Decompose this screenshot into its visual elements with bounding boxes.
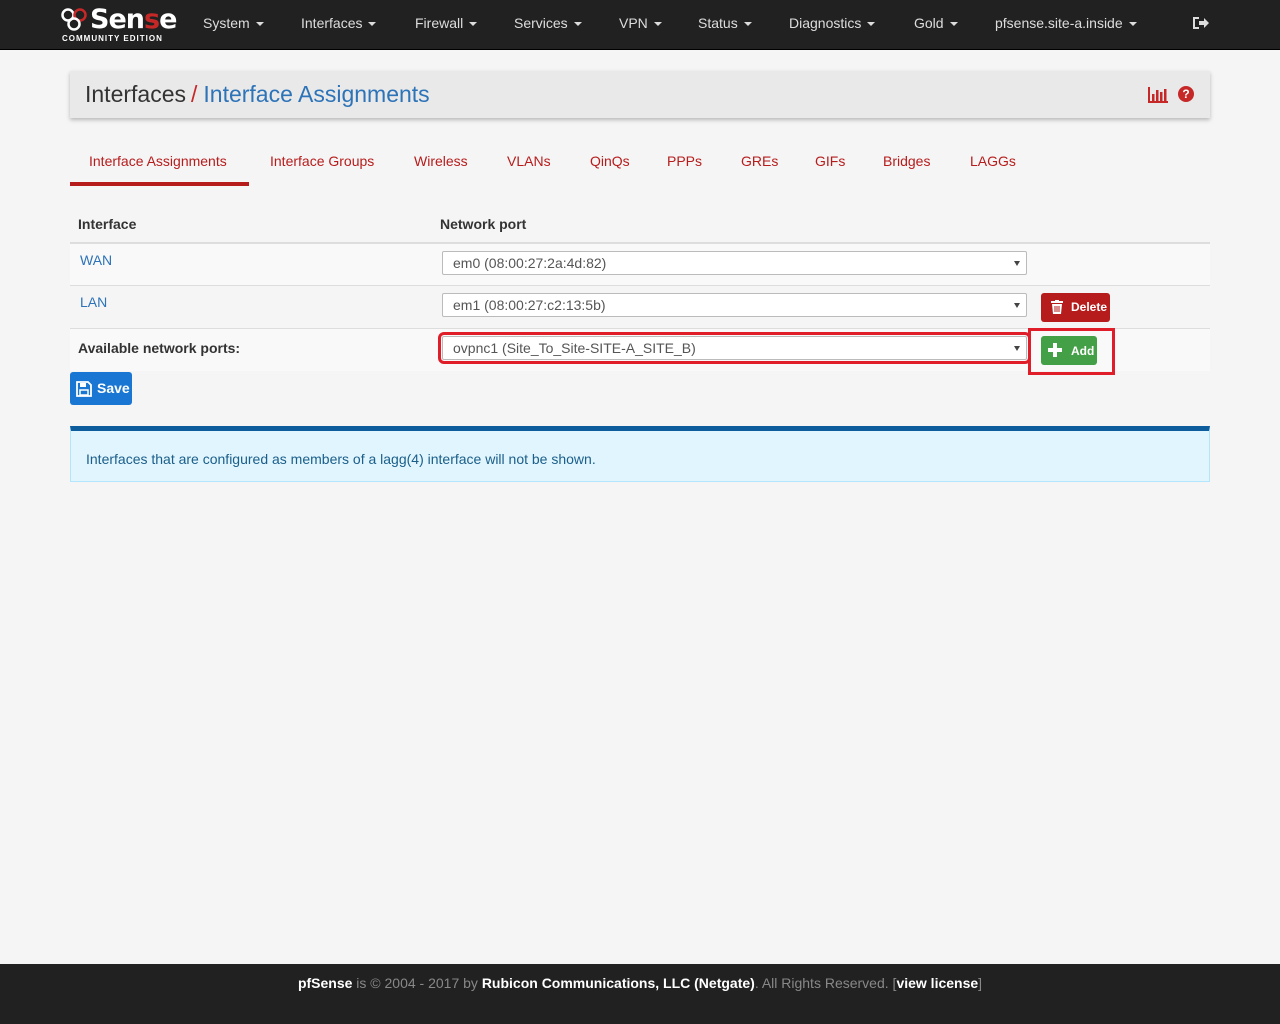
logo-wordmark: Sense xyxy=(90,4,177,35)
dropdown-arrow-icon xyxy=(1014,303,1020,308)
trash-icon xyxy=(1051,300,1063,314)
tab-gres[interactable]: GREs xyxy=(741,153,778,169)
tab-interface-assignments[interactable]: Interface Assignments xyxy=(89,153,227,169)
delete-button[interactable]: Delete xyxy=(1041,293,1110,322)
save-button[interactable]: Save xyxy=(70,372,132,405)
logo-edition: COMMUNITY EDITION xyxy=(62,34,163,43)
caret-down-icon xyxy=(368,22,377,27)
nav-services[interactable]: Services xyxy=(514,0,582,50)
caret-down-icon xyxy=(573,22,582,27)
caret-down-icon xyxy=(867,22,876,27)
sign-out-icon[interactable] xyxy=(1192,15,1210,31)
nav-firewall[interactable]: Firewall xyxy=(415,0,478,50)
network-port-select-lan[interactable]: em1 (08:00:27:c2:13:5b) xyxy=(442,293,1027,317)
tab-ppps[interactable]: PPPs xyxy=(667,153,702,169)
floppy-disk-icon xyxy=(76,381,92,397)
info-alert: Interfaces that are configured as member… xyxy=(70,426,1210,482)
tab-bridges[interactable]: Bridges xyxy=(883,153,930,169)
tab-wireless[interactable]: Wireless xyxy=(414,153,468,169)
breadcrumb-parent: Interfaces xyxy=(85,81,186,107)
bar-chart-icon[interactable] xyxy=(1148,87,1168,103)
plus-icon xyxy=(1048,343,1062,357)
breadcrumb-current[interactable]: Interface Assignments xyxy=(203,81,429,107)
footer-company: Rubicon Communications, LLC (Netgate) xyxy=(481,975,755,991)
breadcrumb-panel: Interfaces / Interface Assignments ? xyxy=(70,71,1210,118)
table-row: WAN em0 (08:00:27:2a:4d:82) xyxy=(70,244,1210,286)
network-port-select-wan[interactable]: em0 (08:00:27:2a:4d:82) xyxy=(442,251,1027,275)
logo-circles-icon xyxy=(61,8,87,31)
footer: pfSense is © 2004 - 2017 by Rubicon Comm… xyxy=(0,964,1280,1024)
table-row: LAN em1 (08:00:27:c2:13:5b) Delete xyxy=(70,286,1210,329)
tab-laggs[interactable]: LAGGs xyxy=(970,153,1016,169)
interface-link-lan[interactable]: LAN xyxy=(80,294,107,310)
tab-qinqs[interactable]: QinQs xyxy=(590,153,630,169)
tab-vlans[interactable]: VLANs xyxy=(507,153,551,169)
column-header-network-port: Network port xyxy=(440,216,527,232)
available-ports-row: Available network ports: ovpnc1 (Site_To… xyxy=(70,328,1210,375)
dropdown-arrow-icon xyxy=(1014,346,1020,351)
nav-vpn[interactable]: VPN xyxy=(619,0,662,50)
caret-down-icon xyxy=(743,22,752,27)
footer-text: pfSense is © 2004 - 2017 by Rubicon Comm… xyxy=(297,975,983,991)
tab-gifs[interactable]: GIFs xyxy=(815,153,845,169)
tab-interface-groups[interactable]: Interface Groups xyxy=(270,153,374,169)
column-header-interface: Interface xyxy=(78,216,137,232)
view-license-link[interactable]: view license xyxy=(896,975,978,991)
pfsense-logo[interactable]: Sense COMMUNITY EDITION xyxy=(60,5,177,45)
nav-interfaces[interactable]: Interfaces xyxy=(301,0,377,50)
question-circle-icon[interactable]: ? xyxy=(1178,86,1194,102)
footer-product: pfSense xyxy=(297,975,353,991)
breadcrumb: Interfaces / Interface Assignments xyxy=(85,81,430,108)
interface-link-wan[interactable]: WAN xyxy=(80,252,112,268)
nav-status[interactable]: Status xyxy=(698,0,752,50)
available-port-select[interactable]: ovpnc1 (Site_To_Site-SITE-A_SITE_B) xyxy=(438,332,1031,364)
caret-down-icon xyxy=(469,22,478,27)
nav-gold[interactable]: Gold xyxy=(914,0,958,50)
dropdown-arrow-icon xyxy=(1014,261,1020,266)
caret-down-icon xyxy=(255,22,264,27)
caret-down-icon xyxy=(949,22,958,27)
add-button[interactable]: Add xyxy=(1041,336,1097,365)
available-ports-label: Available network ports: xyxy=(78,340,241,356)
breadcrumb-separator: / xyxy=(191,81,198,107)
top-navbar: Sense COMMUNITY EDITION System Interface… xyxy=(0,0,1280,50)
nav-hostname[interactable]: pfsense.site-a.inside xyxy=(995,0,1137,50)
nav-diagnostics[interactable]: Diagnostics xyxy=(789,0,876,50)
info-alert-text: Interfaces that are configured as member… xyxy=(86,451,596,467)
caret-down-icon xyxy=(1128,22,1137,27)
active-tab-indicator xyxy=(70,182,249,186)
nav-system[interactable]: System xyxy=(203,0,264,50)
caret-down-icon xyxy=(653,22,662,27)
